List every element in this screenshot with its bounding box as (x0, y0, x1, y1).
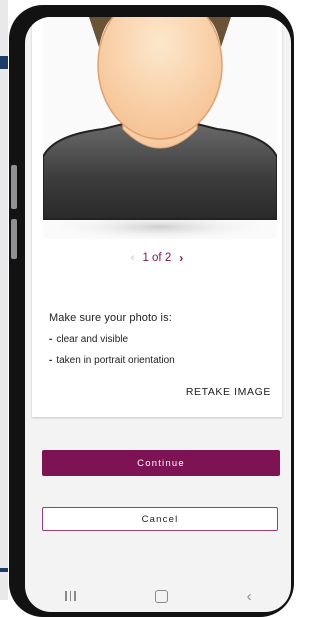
dash-marker: - (49, 355, 53, 366)
instruction-item: - taken in portrait orientation (49, 355, 175, 366)
instructions-title: Make sure your photo is: (49, 312, 172, 324)
retake-image-button[interactable]: RETAKE IMAGE (186, 386, 271, 398)
home-icon[interactable] (154, 589, 168, 603)
volume-button (11, 165, 17, 209)
chevron-right-icon[interactable]: › (179, 251, 183, 265)
background-window-bar (0, 568, 8, 572)
background-window-strip (0, 0, 8, 600)
system-navigation-bar: ‹ (25, 580, 291, 612)
page-indicator: 1 of 2 (142, 252, 172, 264)
chevron-left-icon[interactable]: ‹ (131, 252, 135, 264)
phone-frame: ‹ 1 of 2 › Make sure your photo is: - cle… (9, 5, 294, 617)
continue-button[interactable]: Continue (42, 450, 280, 476)
photo-pager: ‹ 1 of 2 › (32, 248, 282, 268)
background-window-bar (0, 56, 8, 69)
dash-marker: - (49, 334, 53, 345)
avatar-placeholder-icon (43, 17, 277, 239)
power-button (11, 219, 17, 259)
captured-photo (43, 17, 277, 239)
phone-screen: ‹ 1 of 2 › Make sure your photo is: - cle… (25, 17, 291, 612)
back-icon[interactable]: ‹ (247, 588, 252, 605)
instruction-text: taken in portrait orientation (56, 355, 175, 366)
photo-review-card: ‹ 1 of 2 › Make sure your photo is: - cle… (32, 17, 282, 417)
instruction-text: clear and visible (56, 334, 129, 345)
instruction-item: - clear and visible (49, 334, 128, 345)
cancel-button[interactable]: Cancel (42, 507, 278, 531)
